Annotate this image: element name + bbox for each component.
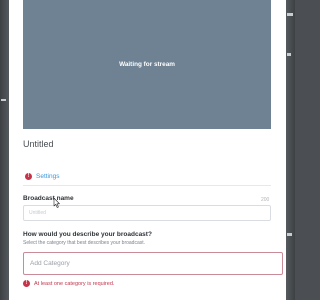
stream-preview: Waiting for stream — [23, 0, 271, 129]
backdrop-detail — [287, 233, 292, 236]
backdrop-detail — [287, 53, 291, 56]
broadcast-title[interactable]: Untitled — [23, 139, 54, 149]
preview-status: Waiting for stream — [119, 61, 175, 68]
add-category-placeholder: Add Category — [30, 260, 70, 267]
mouse-cursor-icon — [53, 198, 60, 208]
error-circle-icon: ! — [25, 172, 32, 180]
backdrop-left — [0, 0, 9, 300]
category-error: ! At least one category is required. — [23, 280, 114, 287]
broadcast-name-input[interactable]: Untitled — [23, 205, 271, 221]
tab-settings-label: Settings — [36, 172, 60, 180]
error-circle-icon: ! — [23, 280, 30, 287]
broadcast-modal: Waiting for stream Untitled ! Settings B… — [9, 0, 286, 300]
backdrop-detail — [1, 99, 6, 101]
broadcast-name-label: Broadcast name — [23, 195, 74, 202]
broadcast-name-placeholder: Untitled — [29, 210, 46, 216]
character-counter: 200 — [261, 197, 270, 203]
category-hint: Select the category that best describes … — [23, 240, 146, 246]
add-category-input[interactable]: Add Category — [23, 252, 283, 275]
tab-settings[interactable]: ! Settings — [23, 167, 73, 186]
category-question: How would you describe your broadcast? — [23, 231, 152, 238]
tabs-divider — [23, 185, 271, 186]
category-error-text: At least one category is required. — [34, 280, 115, 287]
backdrop-right — [286, 0, 295, 300]
backdrop-detail — [287, 13, 293, 16]
